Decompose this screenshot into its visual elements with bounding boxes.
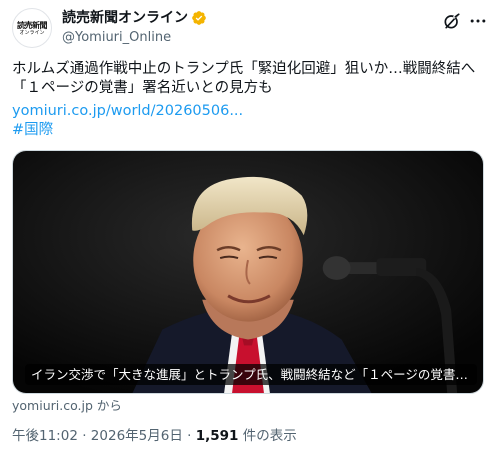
- avatar-logo-text: 読売新聞: [17, 19, 48, 30]
- tweet-text-line-2: 「１ページの覚書」署名近いとの見方も: [12, 80, 273, 96]
- article-card-image[interactable]: イラン交渉で「大きな進展」とトランプ氏、戦闘終結など「１ページの覚書」署名に近…: [12, 150, 484, 394]
- article-url-link[interactable]: yomiuri.co.jp/world/20260506...: [12, 102, 243, 121]
- verified-badge-icon: [192, 11, 206, 25]
- meta-separator-2: ·: [187, 428, 192, 444]
- views-label: 件の表示: [242, 428, 297, 444]
- hashtag-link[interactable]: #国際: [12, 121, 53, 140]
- image-caption: イラン交渉で「大きな進展」とトランプ氏、戦闘終結など「１ページの覚書」署名に近…: [25, 364, 477, 385]
- tweet-header: 読売新聞 オンライン 読売新聞オンライン @Yomiuri_Online: [12, 8, 488, 48]
- meta-separator: ·: [82, 428, 87, 444]
- tweet-text-line-1: ホルムズ通過作戦中止のトランプ氏「緊迫化回避」狙いか…戦闘終結へ: [12, 61, 476, 77]
- display-name[interactable]: 読売新聞オンライン: [62, 9, 207, 27]
- avatar[interactable]: 読売新聞 オンライン: [12, 8, 52, 48]
- post-date[interactable]: 2026年5月6日: [91, 428, 183, 444]
- account-name-block: 読売新聞オンライン @Yomiuri_Online: [62, 9, 207, 46]
- more-options-icon[interactable]: [468, 11, 488, 31]
- tweet-metadata: 午後11:02 · 2026年5月6日 · 1,591 件の表示: [12, 427, 297, 445]
- account-handle[interactable]: @Yomiuri_Online: [62, 29, 207, 46]
- grok-icon[interactable]: [442, 11, 462, 31]
- display-name-text: 読売新聞オンライン: [62, 10, 188, 26]
- post-time[interactable]: 午後11:02: [12, 428, 78, 444]
- views-count: 1,591: [195, 428, 239, 444]
- news-photo: [13, 151, 483, 393]
- avatar-logo-subtext: オンライン: [19, 29, 45, 36]
- source-link[interactable]: yomiuri.co.jp から: [12, 398, 122, 414]
- tweet-text: ホルムズ通過作戦中止のトランプ氏「緊迫化回避」狙いか…戦闘終結へ 「１ページの覚…: [12, 60, 488, 98]
